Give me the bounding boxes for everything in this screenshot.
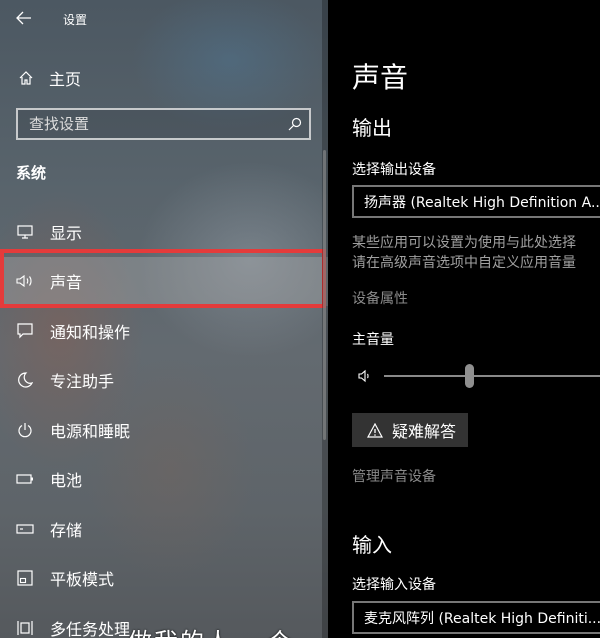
sidebar-item-focus-assist[interactable]: 专注助手 <box>0 356 328 406</box>
home-label: 主页 <box>49 70 82 89</box>
search-box[interactable] <box>16 108 311 140</box>
sidebar: 设置 主页 系统 显示 声音 通知和操作 <box>0 0 328 638</box>
input-device-value: 麦克风阵列 (Realtek High Definiti... <box>364 610 600 627</box>
sidebar-item-label: 电源和睡眠 <box>50 421 131 441</box>
manage-sound-devices-link[interactable]: 管理声音设备 <box>352 466 436 486</box>
output-heading: 输出 <box>352 116 392 140</box>
input-heading: 输入 <box>352 533 392 557</box>
sidebar-item-sound[interactable]: 声音 <box>0 256 328 306</box>
sidebar-item-notifications[interactable]: 通知和操作 <box>0 306 328 356</box>
home-link[interactable]: 主页 <box>17 66 81 90</box>
output-device-label: 选择输出设备 <box>352 162 436 178</box>
back-arrow-icon[interactable] <box>14 9 34 27</box>
input-device-label: 选择输入设备 <box>352 577 436 593</box>
output-description-line: 某些应用可以设置为使用与此处选择 <box>352 235 576 251</box>
master-volume-label: 主音量 <box>352 332 394 348</box>
sidebar-item-storage[interactable]: 存储 <box>0 504 328 554</box>
battery-icon <box>16 470 34 488</box>
sidebar-item-label: 多任务处理 <box>50 619 131 638</box>
input-device-dropdown[interactable]: 麦克风阵列 (Realtek High Definiti... <box>352 601 600 634</box>
tablet-mode-icon <box>16 569 34 587</box>
sidebar-item-label: 电池 <box>50 471 83 491</box>
sidebar-item-label: 存储 <box>50 520 83 540</box>
device-properties-link[interactable]: 设备属性 <box>352 288 408 308</box>
master-volume-slider-track[interactable] <box>384 375 600 377</box>
volume-icon[interactable] <box>356 367 374 385</box>
section-title: 系统 <box>16 164 47 182</box>
sidebar-item-tablet-mode[interactable]: 平板模式 <box>0 554 328 604</box>
app-title: 设置 <box>63 13 88 27</box>
sidebar-item-display[interactable]: 显示 <box>0 207 328 257</box>
sidebar-scrollbar[interactable] <box>323 150 326 440</box>
output-description-line: 请在高级声音选项中自定义应用音量 <box>352 255 576 271</box>
page-title: 声音 <box>352 61 409 94</box>
sidebar-item-label: 平板模式 <box>50 570 115 590</box>
search-icon[interactable] <box>281 110 309 138</box>
search-input[interactable] <box>29 115 281 133</box>
sidebar-item-power-sleep[interactable]: 电源和睡眠 <box>0 405 328 455</box>
output-device-dropdown[interactable]: 扬声器 (Realtek High Definition A... <box>352 185 600 218</box>
storage-icon <box>16 520 34 538</box>
speaker-icon <box>16 272 34 290</box>
sidebar-item-label: 通知和操作 <box>50 322 131 342</box>
sidebar-item-label: 显示 <box>50 223 83 243</box>
multitasking-icon <box>16 619 34 637</box>
sidebar-item-label: 专注助手 <box>50 372 115 392</box>
power-icon <box>16 421 34 439</box>
sidebar-item-battery[interactable]: 电池 <box>0 455 328 505</box>
output-device-value: 扬声器 (Realtek High Definition A... <box>364 194 600 211</box>
troubleshoot-label: 疑难解答 <box>392 422 457 441</box>
main-content: 声音 输出 选择输出设备 扬声器 (Realtek High Definitio… <box>328 0 600 638</box>
moon-icon <box>16 371 34 389</box>
master-volume-slider-thumb[interactable] <box>464 364 474 388</box>
output-description: 某些应用可以设置为使用与此处选择 请在高级声音选项中自定义应用音量 <box>352 233 576 273</box>
overlay-text: 做我的人 一个 <box>128 622 294 638</box>
sidebar-item-label: 声音 <box>50 273 83 293</box>
monitor-icon <box>16 223 34 241</box>
sidebar-nav: 显示 声音 通知和操作 专注助手 电源和睡眠 电池 存储 平板模式 多任务处理 <box>0 207 328 638</box>
warning-icon <box>366 421 384 439</box>
notification-icon <box>16 322 34 340</box>
troubleshoot-button[interactable]: 疑难解答 <box>352 413 468 447</box>
home-icon <box>17 69 35 87</box>
